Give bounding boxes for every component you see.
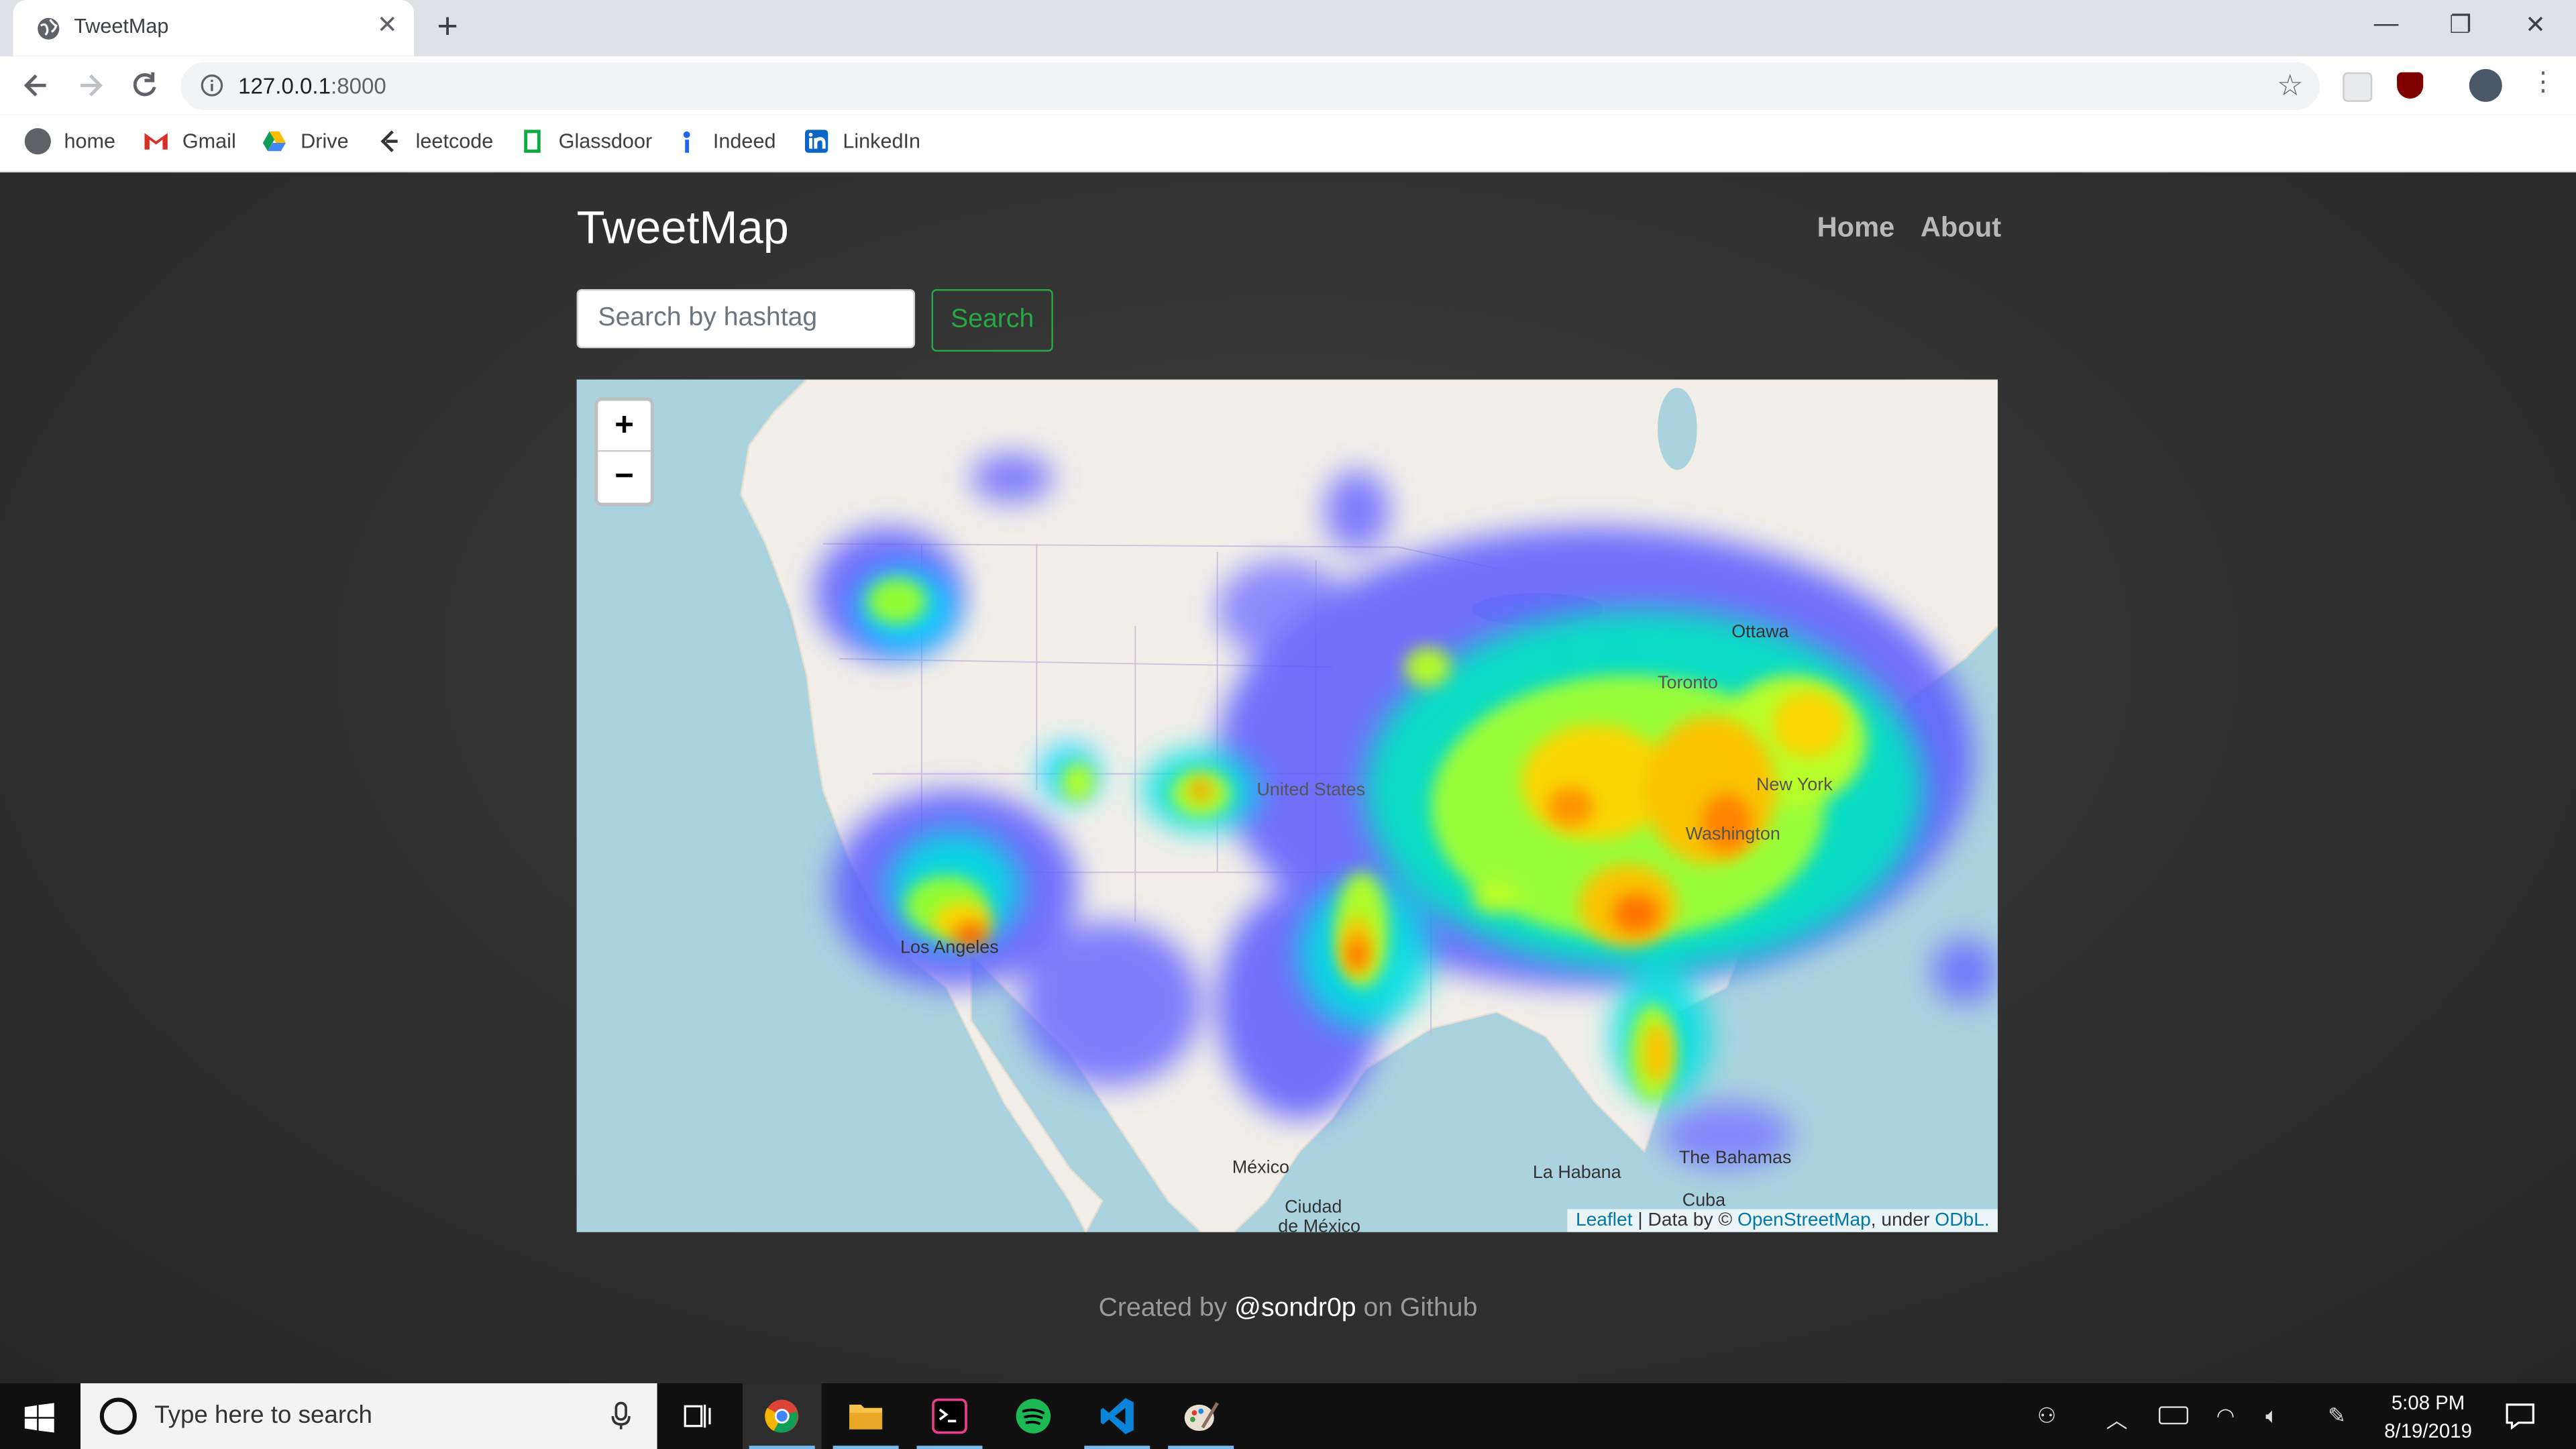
- extension-icon[interactable]: [2343, 72, 2373, 102]
- leaflet-link[interactable]: Leaflet: [1576, 1211, 1633, 1230]
- footer: Created by @sondr0p on Github: [1098, 1294, 1478, 1323]
- task-view-icon[interactable]: [684, 1403, 713, 1429]
- windows-start-icon[interactable]: [24, 1403, 54, 1433]
- reload-icon[interactable]: [128, 69, 161, 102]
- nav-home[interactable]: Home: [1817, 212, 1895, 245]
- map-label-los-angeles: Los Angeles: [900, 936, 999, 957]
- bookmarks-bar: home Gmail Drive leetcode Glassdoor Inde…: [0, 115, 2576, 173]
- avatar[interactable]: [2469, 68, 2502, 102]
- microphone-icon[interactable]: [610, 1401, 633, 1431]
- map-label-new-york: New York: [1756, 774, 1833, 794]
- restore-icon[interactable]: ❐: [2449, 10, 2471, 40]
- lake-winnipeg: [1658, 387, 1697, 470]
- address-bar[interactable]: 127.0.0.1:8000 ☆: [180, 62, 2320, 111]
- info-icon[interactable]: [201, 74, 223, 97]
- page-body: TweetMap Home About Search by hashtag Se…: [0, 172, 2576, 1384]
- map-label-washington: Washington: [1686, 823, 1780, 843]
- browser-tab[interactable]: TweetMap ✕: [13, 0, 415, 56]
- taskbar: Type here to search ⚇ ︿ ◠ 🔈︎ ✎ 5:08 PM 8…: [0, 1383, 2576, 1449]
- drive-icon: [262, 131, 286, 152]
- hashtag-search-input[interactable]: [576, 289, 916, 349]
- map-label-cuba: Cuba: [1682, 1190, 1725, 1210]
- chrome-icon: [765, 1399, 799, 1433]
- osm-link[interactable]: OpenStreetMap: [1737, 1211, 1871, 1230]
- map-label-united-states: United States: [1256, 779, 1365, 799]
- wifi-icon[interactable]: ◠: [2216, 1403, 2235, 1429]
- new-tab-icon[interactable]: +: [437, 7, 458, 44]
- terminal-icon: [932, 1398, 967, 1434]
- tab-title: TweetMap: [74, 15, 169, 38]
- browser-toolbar: 127.0.0.1:8000 ☆ ⋮: [0, 56, 2576, 115]
- taskbar-file-explorer[interactable]: [826, 1383, 906, 1449]
- tab-strip: TweetMap ✕ + — ❐ ✕: [0, 0, 2576, 56]
- battery-icon[interactable]: [2158, 1406, 2189, 1425]
- glassdoor-icon: [524, 129, 541, 153]
- taskbar-clock[interactable]: 5:08 PM 8/19/2019: [2366, 1390, 2491, 1446]
- taskbar-terminal[interactable]: [910, 1383, 989, 1449]
- bookmark-gmail[interactable]: Gmail: [143, 128, 236, 154]
- taskbar-search-placeholder: Type here to search: [154, 1401, 372, 1430]
- gmail-icon: [144, 133, 168, 150]
- pen-icon[interactable]: ✎: [2328, 1403, 2346, 1429]
- zoom-in-button[interactable]: +: [598, 401, 651, 452]
- map-label-la-habana: La Habana: [1533, 1162, 1621, 1182]
- people-icon[interactable]: ⚇: [2037, 1403, 2057, 1429]
- github-handle-link[interactable]: @sondr0p: [1234, 1295, 1356, 1323]
- minimize-icon[interactable]: —: [2374, 10, 2399, 38]
- forward-icon[interactable]: [74, 69, 107, 102]
- bookmark-glassdoor[interactable]: Glassdoor: [519, 128, 652, 154]
- map-canvas[interactable]: Ottawa Toronto United States New York Wa…: [577, 379, 1998, 1232]
- bookmark-leetcode[interactable]: leetcode: [376, 128, 493, 154]
- menu-icon[interactable]: ⋮: [2530, 69, 2556, 99]
- navbar-brand[interactable]: TweetMap: [577, 202, 789, 254]
- map-label-de-mexico: de México: [1278, 1216, 1360, 1232]
- bookmark-drive[interactable]: Drive: [261, 128, 349, 154]
- globe-icon: [38, 17, 60, 40]
- odbl-link[interactable]: ODbL.: [1935, 1211, 1989, 1230]
- nav-about[interactable]: About: [1921, 212, 2001, 245]
- notification-center-icon[interactable]: [2506, 1401, 2535, 1431]
- search-button[interactable]: Search: [931, 289, 1053, 352]
- map-label-ciudad: Ciudad: [1285, 1196, 1342, 1216]
- folder-icon: [849, 1404, 883, 1430]
- cortana-icon: [99, 1397, 137, 1435]
- window-close-icon[interactable]: ✕: [2525, 10, 2546, 40]
- taskbar-chrome[interactable]: [742, 1383, 822, 1449]
- zoom-control: + −: [594, 397, 654, 506]
- close-tab-icon[interactable]: ✕: [377, 12, 398, 40]
- volume-icon[interactable]: 🔈︎: [2265, 1403, 2278, 1429]
- tray-chevron-icon[interactable]: ︿: [2106, 1403, 2128, 1434]
- zoom-out-button[interactable]: −: [598, 451, 650, 500]
- bookmark-indeed[interactable]: Indeed: [674, 128, 775, 154]
- taskbar-search[interactable]: Type here to search: [80, 1383, 657, 1449]
- map-label-bahamas: The Bahamas: [1679, 1147, 1792, 1167]
- url-text[interactable]: 127.0.0.1:8000: [238, 74, 386, 99]
- map-attribution: Leaflet | Data by © OpenStreetMap, under…: [1567, 1209, 1998, 1232]
- linkedin-icon: [805, 129, 828, 153]
- bookmark-linkedin[interactable]: LinkedIn: [804, 128, 920, 154]
- vscode-icon: [1100, 1398, 1134, 1434]
- spotify-icon: [1016, 1399, 1051, 1434]
- taskbar-paint[interactable]: [1161, 1383, 1240, 1449]
- bookmark-home[interactable]: home: [24, 128, 115, 155]
- paint-icon: [1184, 1402, 1219, 1432]
- taskbar-spotify[interactable]: [994, 1383, 1073, 1449]
- ublock-icon[interactable]: [2397, 72, 2424, 99]
- map-label-mexico: México: [1232, 1157, 1289, 1177]
- bookmark-star-icon[interactable]: ☆: [2277, 69, 2304, 103]
- leetcode-icon: [380, 130, 398, 152]
- globe-icon: [24, 128, 51, 155]
- taskbar-vscode[interactable]: [1078, 1383, 1157, 1449]
- map-label-ottawa: Ottawa: [1731, 621, 1788, 641]
- back-icon[interactable]: [19, 69, 52, 102]
- tweet-heatmap-map[interactable]: Ottawa Toronto United States New York Wa…: [576, 379, 1998, 1232]
- indeed-icon: [683, 131, 690, 153]
- map-label-toronto: Toronto: [1658, 672, 1718, 692]
